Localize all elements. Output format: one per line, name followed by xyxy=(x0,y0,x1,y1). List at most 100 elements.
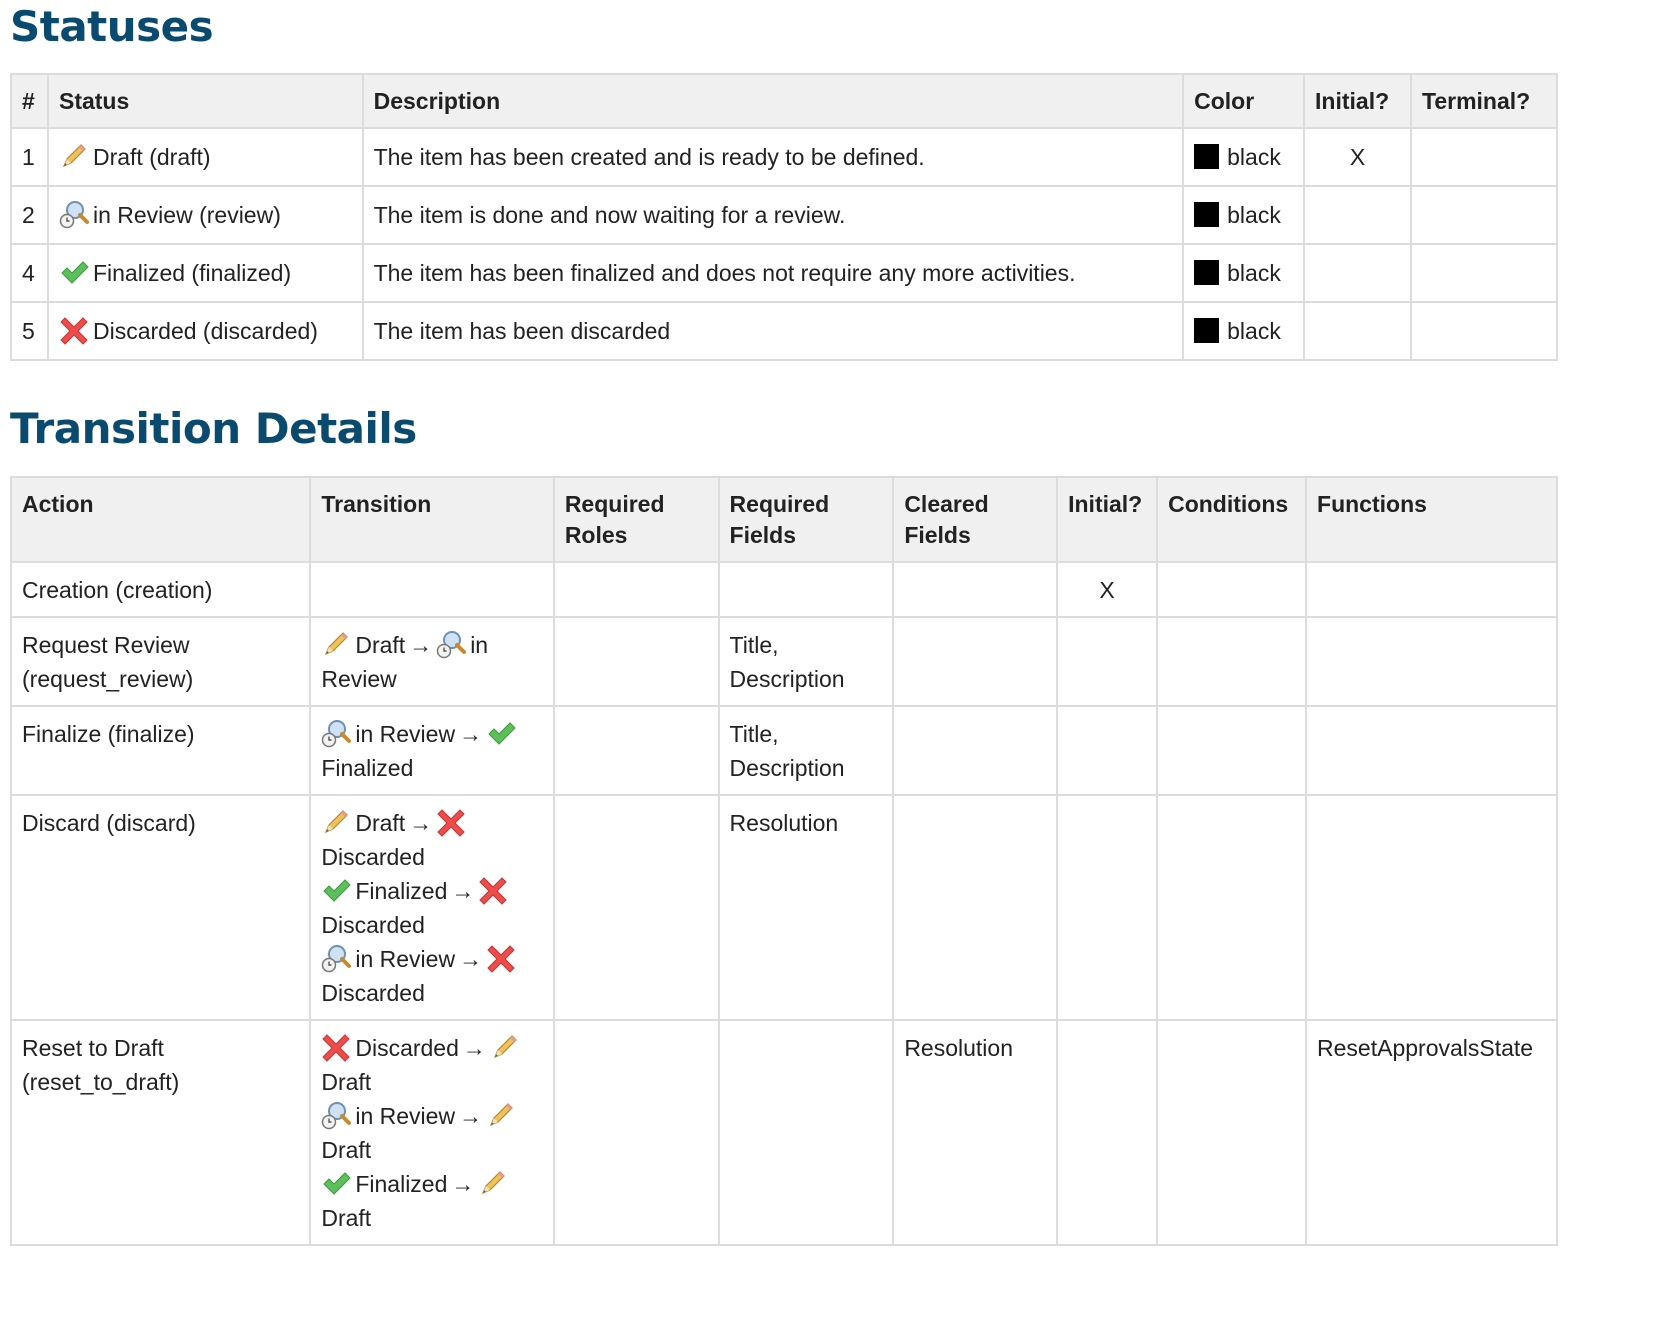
checkmark-icon xyxy=(321,1168,352,1198)
color-name: black xyxy=(1227,144,1281,170)
transition-required-fields xyxy=(717,561,895,618)
color-swatch xyxy=(1194,260,1220,285)
status-cell: Discarded (discarded) xyxy=(46,301,364,361)
status-description: The item is done and now waiting for a r… xyxy=(361,185,1185,245)
transition-arrow: → xyxy=(459,946,483,972)
transition-to: Draft xyxy=(321,1069,372,1095)
transition-action: Reset to Draft (reset_to_draft) xyxy=(9,1019,312,1246)
red-x-icon xyxy=(436,807,466,837)
red-x-icon xyxy=(59,315,89,345)
transition-cleared-fields: Resolution xyxy=(892,1019,1059,1246)
transition-cell xyxy=(309,561,555,618)
status-initial: X xyxy=(1303,127,1412,187)
transition-arrow: → xyxy=(451,1171,475,1197)
checkmark-icon xyxy=(59,257,89,287)
transition-cleared-fields xyxy=(892,705,1059,796)
checkmark-icon xyxy=(486,718,516,748)
col-header-required-fields: Required Fields xyxy=(717,476,895,563)
color-name: black xyxy=(1227,202,1281,228)
transition-initial: X xyxy=(1056,561,1159,618)
transition-conditions xyxy=(1156,794,1308,1021)
review-magnifier-icon xyxy=(321,718,352,748)
transition-required-roles xyxy=(552,794,720,1021)
review-magnifier-icon xyxy=(321,1100,352,1130)
checkmark-icon xyxy=(321,875,352,905)
transition-required-roles xyxy=(552,1019,720,1246)
pencil-icon xyxy=(478,1168,508,1198)
status-row: 1 Draft (draft) The item has been created … xyxy=(10,127,1558,187)
status-terminal xyxy=(1410,185,1558,245)
transition-arrow: → xyxy=(459,1103,483,1129)
transition-from: Draft xyxy=(355,632,406,658)
status-name: Finalized (finalized) xyxy=(92,260,292,286)
red-x-icon xyxy=(478,875,508,905)
transition-cleared-fields xyxy=(892,561,1059,618)
status-description: The item has been discarded xyxy=(361,301,1185,361)
transition-conditions xyxy=(1156,1019,1308,1246)
transition-line: Finalized → Discarded xyxy=(321,874,542,942)
color-swatch xyxy=(1194,144,1220,169)
col-header-number: # xyxy=(10,73,49,129)
red-x-icon xyxy=(321,1032,351,1062)
status-initial xyxy=(1303,243,1412,303)
color-name: black xyxy=(1227,260,1281,286)
statuses-heading: Statuses xyxy=(10,2,214,51)
status-number: 1 xyxy=(10,127,49,187)
status-color: black xyxy=(1182,301,1306,361)
transition-to: Discarded xyxy=(321,844,425,870)
transition-action: Creation (creation) xyxy=(9,561,312,618)
transition-cell: Draft → Discarded Finalized → Discarded in Rev… xyxy=(309,794,555,1021)
transition-initial xyxy=(1056,1019,1159,1246)
transitions-body: Creation (creation) X Request Review (requ… xyxy=(9,561,1558,1246)
transition-line: Discarded → Draft xyxy=(321,1031,542,1099)
transition-from: Draft xyxy=(355,810,406,836)
status-cell: Draft (draft) xyxy=(46,127,364,187)
transition-line: Finalized → Draft xyxy=(321,1167,542,1235)
transition-line: in Review → Draft xyxy=(321,1099,542,1167)
col-header-terminal: Terminal? xyxy=(1410,73,1558,129)
statuses-table: # Status Description Color Initial? Term… xyxy=(10,73,1558,361)
status-name: in Review (review) xyxy=(92,202,281,228)
transitions-table: Action Transition Required Roles Require… xyxy=(9,476,1558,1246)
status-color: black xyxy=(1182,127,1306,187)
transition-line: Draft → Discarded xyxy=(321,806,542,874)
transition-required-roles xyxy=(552,616,720,707)
transition-to: Discarded xyxy=(321,980,425,1006)
transition-from: in Review xyxy=(355,946,456,972)
transition-cell: Discarded → Draft in Review → Draft Finalized →… xyxy=(309,1019,555,1246)
transition-from: Finalized xyxy=(355,878,448,904)
col-header-cleared-fields: Cleared Fields xyxy=(892,476,1059,563)
transition-functions xyxy=(1305,705,1558,796)
transition-to: Discarded xyxy=(321,912,425,938)
transition-required-fields: Title, Description xyxy=(717,705,895,796)
page: Statuses # Status Description Color Init… xyxy=(0,0,1661,1329)
transition-cell: Draft → in Review xyxy=(309,616,555,707)
status-cell: in Review (review) xyxy=(46,185,364,245)
col-header-description: Description xyxy=(361,73,1185,129)
transition-row: Reset to Draft (reset_to_draft) Discarded… xyxy=(9,1019,1558,1246)
col-header-action: Action xyxy=(9,476,312,563)
transition-functions xyxy=(1305,616,1558,707)
pencil-icon xyxy=(59,141,89,171)
transition-action: Finalize (finalize) xyxy=(9,705,312,796)
transition-functions: ResetApprovalsState xyxy=(1305,1019,1558,1246)
review-magnifier-icon xyxy=(321,943,352,973)
transition-details-heading: Transition Details xyxy=(10,404,417,453)
status-color: black xyxy=(1182,243,1306,303)
transition-from: in Review xyxy=(355,1103,456,1129)
status-number: 2 xyxy=(10,185,49,245)
col-header-initial: Initial? xyxy=(1303,73,1412,129)
transition-initial xyxy=(1056,705,1159,796)
transition-required-roles xyxy=(552,705,720,796)
transition-arrow: → xyxy=(409,810,433,836)
status-initial xyxy=(1303,301,1412,361)
transition-functions xyxy=(1305,794,1558,1021)
status-terminal xyxy=(1410,301,1558,361)
transitions-header-row: Action Transition Required Roles Require… xyxy=(9,476,1558,563)
red-x-icon xyxy=(486,943,516,973)
transition-required-fields: Resolution xyxy=(717,794,895,1021)
status-row: 2 in Review (review) The item is done and … xyxy=(10,185,1558,245)
pencil-icon xyxy=(321,629,351,659)
col-header-status: Status xyxy=(46,73,364,129)
transition-from: in Review xyxy=(355,721,456,747)
